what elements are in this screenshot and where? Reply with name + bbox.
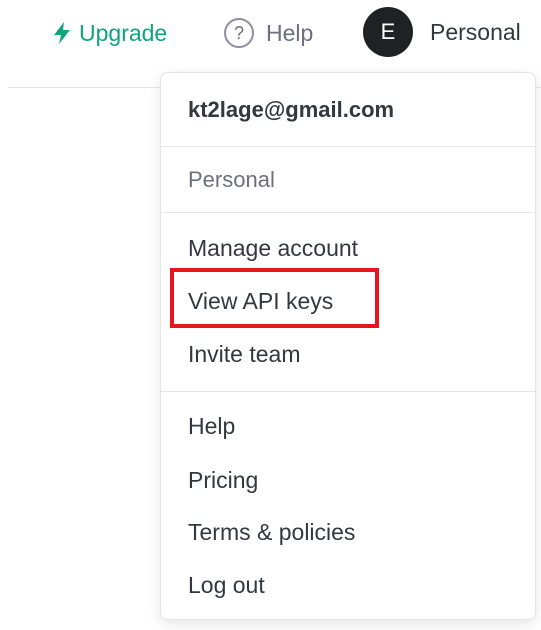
menu-item-pricing[interactable]: Pricing bbox=[188, 467, 258, 494]
avatar: E bbox=[363, 7, 413, 57]
menu-item-help[interactable]: Help bbox=[188, 413, 235, 440]
menu-item-log-out[interactable]: Log out bbox=[188, 572, 265, 599]
lightning-bolt-icon bbox=[54, 22, 70, 44]
user-email: kt2lage@gmail.com bbox=[188, 97, 395, 122]
help-label: Help bbox=[266, 19, 314, 46]
menu-item-invite-team[interactable]: Invite team bbox=[188, 341, 301, 368]
account-dropdown-menu: kt2lage@gmail.com Personal Manage accoun… bbox=[160, 72, 536, 620]
account-menu-button[interactable]: E Personal bbox=[363, 7, 521, 57]
account-name: Personal bbox=[430, 18, 521, 45]
organization-label: Personal bbox=[188, 167, 275, 192]
menu-divider bbox=[161, 212, 535, 213]
upgrade-label: Upgrade bbox=[79, 19, 168, 46]
menu-divider bbox=[161, 391, 535, 392]
help-link[interactable]: ? Help bbox=[224, 18, 313, 48]
menu-divider bbox=[161, 146, 535, 147]
red-highlight-box bbox=[170, 268, 379, 328]
menu-item-manage-account[interactable]: Manage account bbox=[188, 235, 358, 262]
menu-item-terms-policies[interactable]: Terms & policies bbox=[188, 519, 355, 546]
upgrade-link[interactable]: Upgrade bbox=[53, 18, 167, 48]
question-circle-icon: ? bbox=[224, 18, 254, 48]
top-navigation: Upgrade ? Help E Personal bbox=[0, 0, 541, 66]
